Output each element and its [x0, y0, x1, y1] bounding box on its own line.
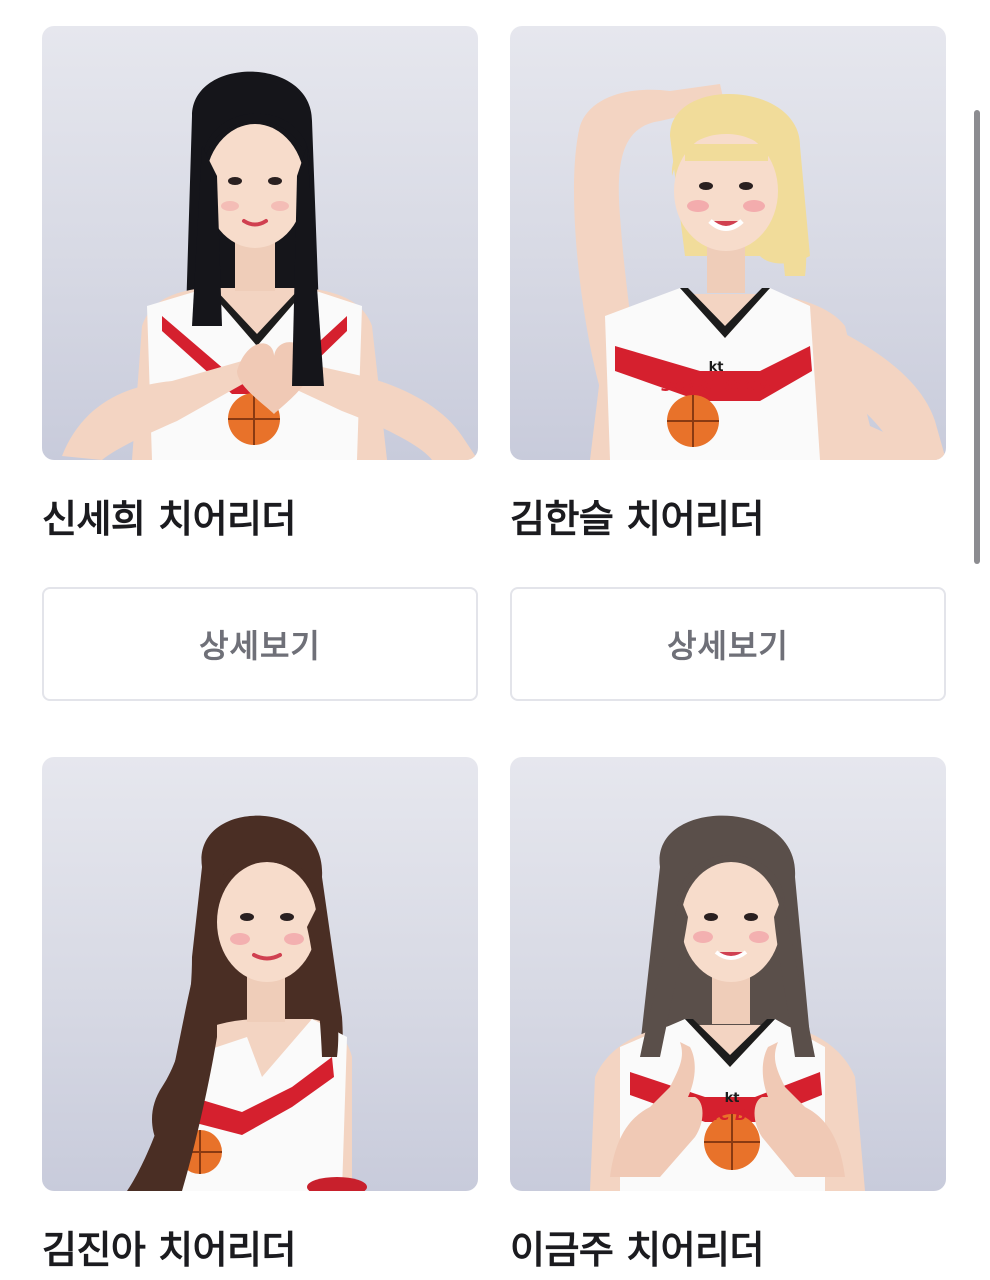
cheerleader-card: 신세희 치어리더 상세보기: [42, 26, 478, 701]
cheerleader-photo-illustration: kt SONIC BOOM: [574, 84, 946, 460]
cheerleader-card: 김진아 치어리더: [42, 757, 478, 1272]
cheerleader-name: 이금주 치어리더: [510, 1228, 764, 1272]
cheerleader-name: 김진아 치어리더: [42, 1228, 296, 1272]
detail-view-button[interactable]: 상세보기: [42, 587, 478, 701]
uniform-logo-text: SONIC BOOM: [661, 377, 771, 395]
cheerleader-photo[interactable]: [42, 26, 478, 460]
cheerleader-list-page: 신세희 치어리더 상세보기 kt SONIC BOOM 김한슬 치어리더 상세보…: [0, 0, 990, 1280]
detail-view-button[interactable]: 상세보기: [510, 587, 946, 701]
cheerleader-card: kt SONIC BOOM 이금주 치어리더: [510, 757, 946, 1272]
cheerleader-card: kt SONIC BOOM 김한슬 치어리더 상세보기: [510, 26, 946, 701]
cheerleader-name: 신세희 치어리더: [42, 497, 296, 541]
vertical-scrollbar[interactable]: [974, 110, 980, 564]
uniform-logo-kt: kt: [725, 1091, 740, 1106]
cheerleader-photo-illustration: kt SONIC BOOM: [590, 815, 865, 1191]
cheerleader-photo-illustration: [62, 71, 478, 460]
cheerleader-photo[interactable]: [42, 757, 478, 1191]
cheerleader-name: 김한슬 치어리더: [510, 497, 764, 541]
uniform-logo-kt: kt: [709, 360, 724, 375]
cheerleader-photo[interactable]: kt SONIC BOOM: [510, 757, 946, 1191]
cheerleader-photo[interactable]: kt SONIC BOOM: [510, 26, 946, 460]
cheerleader-photo-illustration: [127, 815, 367, 1191]
